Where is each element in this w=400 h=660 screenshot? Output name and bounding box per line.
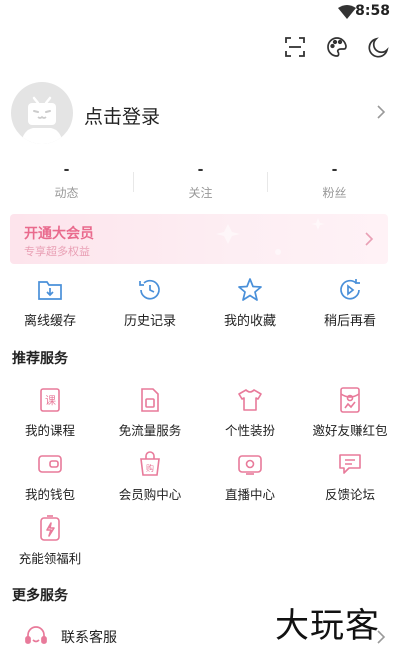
service-label: 会员购中心 xyxy=(118,487,182,502)
service-label: 个性装扮 xyxy=(224,423,275,438)
service-live-center[interactable]: 直播中心 xyxy=(200,450,300,503)
stat-label: 关注 xyxy=(188,186,213,200)
decoration-stars-icon xyxy=(216,218,325,255)
profile-row[interactable]: 点击登录 xyxy=(0,82,400,144)
service-label: 免流量服务 xyxy=(118,423,182,438)
watermark-logo: 大玩客 xyxy=(275,606,380,646)
chevron-right-icon xyxy=(364,231,374,251)
service-label: 我的钱包 xyxy=(24,487,75,502)
quick-offline-cache[interactable]: 离线缓存 xyxy=(0,276,100,329)
service-label: 直播中心 xyxy=(224,487,275,502)
star-icon xyxy=(236,276,264,304)
quick-label: 离线缓存 xyxy=(23,314,76,329)
palette-icon[interactable] xyxy=(324,34,350,60)
quick-favorites[interactable]: 我的收藏 xyxy=(200,276,300,329)
energy-battery-icon xyxy=(36,514,64,542)
section-title-recommended: 推荐服务 xyxy=(12,351,68,367)
red-envelope-icon xyxy=(336,386,364,414)
service-invite-friends[interactable]: 邀好友赚红包 xyxy=(300,386,400,439)
more-label: 联系客服 xyxy=(61,630,117,646)
tshirt-icon xyxy=(236,386,264,414)
download-folder-icon xyxy=(36,276,64,304)
stat-value: - xyxy=(197,162,204,178)
watch-later-icon xyxy=(336,276,364,304)
wifi-icon xyxy=(338,4,356,23)
stat-following[interactable]: - 关注 xyxy=(134,162,267,201)
stat-label: 粉丝 xyxy=(322,186,347,200)
service-my-courses[interactable]: 课 我的课程 xyxy=(0,386,100,439)
stat-fans[interactable]: - 粉丝 xyxy=(268,162,400,201)
quick-watch-later[interactable]: 稍后再看 xyxy=(300,276,400,329)
history-clock-icon xyxy=(136,276,164,304)
stat-value: - xyxy=(63,162,70,178)
service-member-shop[interactable]: 购 会员购中心 xyxy=(100,450,200,503)
top-toolbar xyxy=(0,34,400,60)
service-label: 反馈论坛 xyxy=(324,487,375,502)
svg-text:课: 课 xyxy=(45,394,56,407)
chevron-right-icon[interactable] xyxy=(376,104,386,124)
service-label: 我的课程 xyxy=(24,423,75,438)
status-bar: 8:58 xyxy=(0,0,400,24)
quick-label: 稍后再看 xyxy=(323,314,376,329)
course-book-icon: 课 xyxy=(36,386,64,414)
stat-label: 动态 xyxy=(54,186,79,200)
avatar[interactable] xyxy=(11,82,73,144)
quick-label: 我的收藏 xyxy=(223,314,276,329)
svg-text:购: 购 xyxy=(146,463,154,473)
vip-title: 开通大会员 xyxy=(24,226,94,242)
section-title-more: 更多服务 xyxy=(12,588,68,604)
service-dress-up[interactable]: 个性装扮 xyxy=(200,386,300,439)
moon-icon[interactable] xyxy=(366,34,392,60)
quick-history[interactable]: 历史记录 xyxy=(100,276,200,329)
stats-row: - 动态 - 关注 - 粉丝 xyxy=(0,162,400,206)
service-energy-rewards[interactable]: 充能领福利 xyxy=(0,514,100,567)
status-time: 8:58 xyxy=(355,3,390,19)
wallet-icon xyxy=(36,450,64,478)
sim-card-icon xyxy=(136,386,164,414)
stat-value: - xyxy=(331,162,338,178)
service-feedback-forum[interactable]: 反馈论坛 xyxy=(300,450,400,503)
login-label[interactable]: 点击登录 xyxy=(84,102,160,129)
headset-icon xyxy=(24,624,48,652)
vip-banner[interactable]: 开通大会员 专享超多权益 xyxy=(10,214,388,264)
service-label: 邀好友赚红包 xyxy=(312,423,388,438)
service-free-data[interactable]: 免流量服务 xyxy=(100,386,200,439)
tv-mascot-icon xyxy=(21,96,63,144)
vip-subtitle: 专享超多权益 xyxy=(24,245,90,258)
quick-label: 历史记录 xyxy=(123,314,176,329)
live-tv-icon xyxy=(236,450,264,478)
scan-icon[interactable] xyxy=(282,34,308,60)
stat-dynamics[interactable]: - 动态 xyxy=(0,162,133,201)
service-wallet[interactable]: 我的钱包 xyxy=(0,450,100,503)
shopping-bag-icon: 购 xyxy=(136,450,164,478)
feedback-chat-icon xyxy=(336,450,364,478)
quick-actions: 离线缓存 历史记录 我的收藏 稍后再看 xyxy=(0,276,400,330)
service-label: 充能领福利 xyxy=(18,551,82,566)
